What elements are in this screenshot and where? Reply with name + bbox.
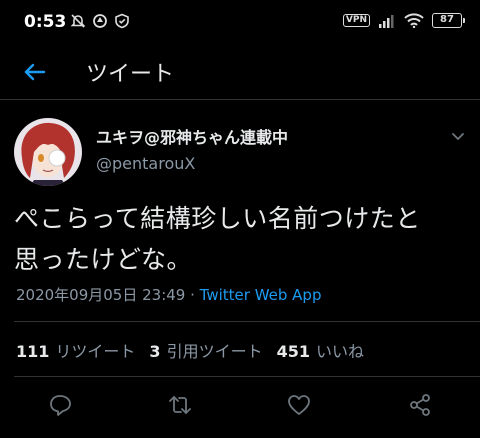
reply-icon[interactable] xyxy=(47,392,73,418)
tweet-text-line: 思ったけどな。 xyxy=(14,245,193,274)
retweets-stat[interactable]: 111 リツイート xyxy=(16,338,135,362)
retweet-icon[interactable] xyxy=(167,392,193,418)
tweet-timestamp[interactable]: 2020年09月05日 23:49 xyxy=(16,286,185,304)
tweet-text: ぺこらって結構珍しい名前つけたと 思ったけどな。 xyxy=(14,198,470,280)
shield-icon xyxy=(115,13,129,29)
divider xyxy=(14,321,480,322)
quotes-stat[interactable]: 3 引用ツイート xyxy=(149,338,262,362)
tweet-text-line: ぺこらって結構珍しい名前つけたと xyxy=(14,204,421,233)
meta-separator: · xyxy=(185,286,200,304)
status-bar: 0:53 VPN 87 xyxy=(0,0,480,44)
likes-stat[interactable]: 451 いいね xyxy=(277,338,364,362)
tweet-source[interactable]: Twitter Web App xyxy=(200,286,322,304)
battery-indicator: 87 xyxy=(432,13,465,28)
username[interactable]: @pentarouX xyxy=(96,154,195,173)
tweet-header: ユキヲ@邪神ちゃん連載中 @pentarouX xyxy=(0,110,480,190)
page-title: ツイート xyxy=(86,62,175,87)
wifi-icon xyxy=(404,13,424,28)
mute-icon xyxy=(70,14,86,28)
retweets-count: 111 xyxy=(16,342,50,361)
chevron-down-icon[interactable] xyxy=(448,126,468,146)
vpn-badge: VPN xyxy=(342,14,370,27)
share-icon[interactable] xyxy=(407,392,433,418)
sync-icon xyxy=(93,14,107,28)
tweet-meta: 2020年09月05日 23:49 · Twitter Web App xyxy=(16,284,321,305)
retweets-label: リツイート xyxy=(55,342,136,361)
likes-label: いいね xyxy=(315,342,364,361)
avatar[interactable] xyxy=(14,118,82,186)
likes-count: 451 xyxy=(276,342,310,361)
status-system-icons: VPN 87 xyxy=(342,13,465,28)
quotes-label: 引用ツイート xyxy=(166,342,263,361)
heart-icon[interactable] xyxy=(286,392,312,418)
status-notification-icons xyxy=(70,13,130,29)
top-nav: ツイート xyxy=(0,44,480,100)
status-time: 0:53 xyxy=(24,12,67,32)
action-bar xyxy=(0,390,480,420)
display-name[interactable]: ユキヲ@邪神ちゃん連載中 xyxy=(96,124,288,148)
arrow-left-icon[interactable] xyxy=(20,57,50,87)
signal-icon xyxy=(379,14,394,28)
engagement-stats: 111 リツイート 3 引用ツイート 451 いいね xyxy=(16,338,364,362)
quotes-count: 3 xyxy=(149,342,161,361)
divider xyxy=(14,376,480,377)
